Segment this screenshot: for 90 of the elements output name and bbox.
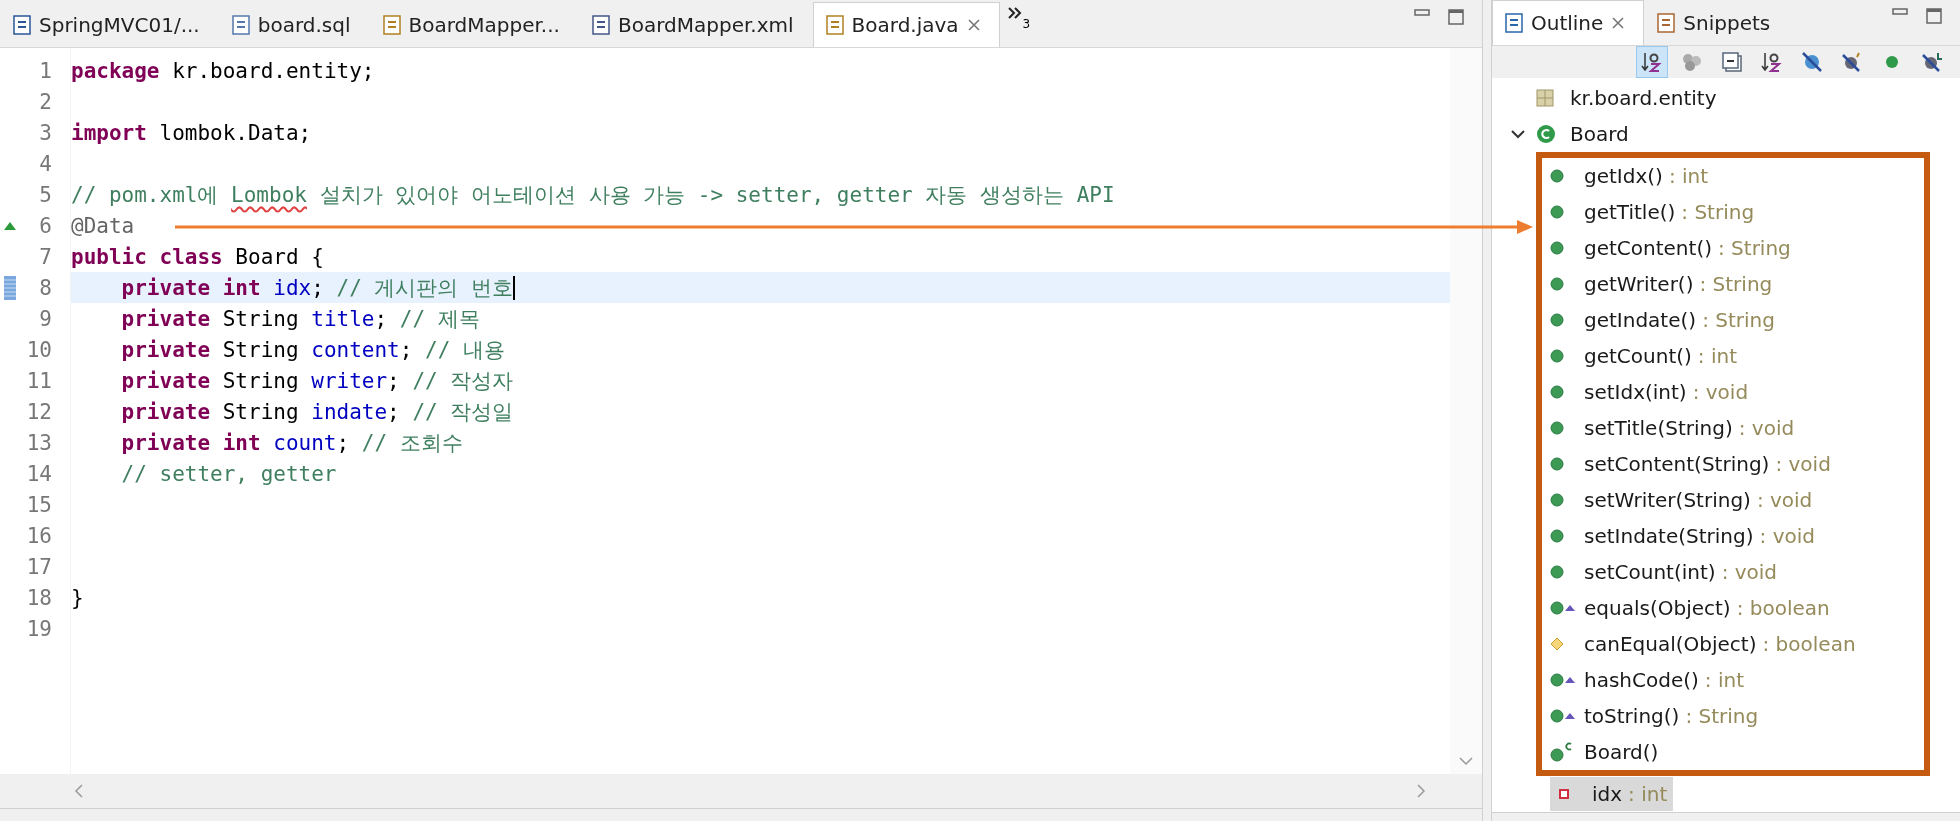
code-line: // pom.xml에 Lombok 설치가 있어야 어노테이션 사용 가능 -> setter, getter 자동 생성하는 API: [71, 181, 1115, 209]
scroll-down-icon[interactable]: [1459, 756, 1473, 766]
line-number: 5: [38, 182, 52, 207]
line-number: 9: [38, 306, 52, 331]
chevron-icon: [1007, 7, 1022, 19]
code-line: private String title; // 제목: [120, 305, 480, 333]
outline-tree-item[interactable]: idx : int: [1550, 777, 1674, 811]
view-tab[interactable]: Snippets: [1644, 0, 1790, 45]
code-line: private String writer; // 작성자: [120, 367, 514, 395]
outline-tree-item[interactable]: toString() : String: [1542, 699, 1765, 733]
line-number: 17: [25, 554, 52, 579]
minimize-icon[interactable]: [1414, 8, 1430, 17]
line-number: 3: [38, 120, 52, 145]
outline-tree-item[interactable]: setTitle(String) : void: [1542, 411, 1801, 445]
public-method-icon: [1550, 601, 1564, 615]
chevron-down-icon[interactable]: [1510, 128, 1526, 140]
java-file-icon: [825, 15, 844, 35]
outline-tree-item[interactable]: equals(Object) : boolean: [1542, 591, 1836, 625]
close-icon[interactable]: [1611, 16, 1626, 30]
package-icon: [1536, 89, 1554, 107]
outline-tree-item[interactable]: Board(): [1542, 735, 1665, 769]
class-icon: [1536, 124, 1556, 144]
minimize-icon[interactable]: [1892, 7, 1908, 16]
sort-icon: [1641, 51, 1663, 73]
outline-tree-item[interactable]: kr.board.entity: [1536, 81, 1723, 115]
line-number: 1: [38, 58, 52, 83]
code-line: package kr.board.entity;: [71, 58, 375, 83]
outline-tree-item[interactable]: getCount() : int: [1542, 339, 1743, 373]
line-number: 14: [25, 461, 52, 486]
line-number: 10: [25, 337, 52, 362]
outline-tree-item[interactable]: setCount(int) : void: [1542, 555, 1784, 589]
toolbar-button[interactable]: [1636, 46, 1668, 78]
code-line: private String indate; // 작성일: [120, 398, 514, 426]
circles-icon: [1681, 51, 1703, 73]
outline-tree-item[interactable]: getWriter() : String: [1542, 267, 1779, 301]
editor-tab[interactable]: board.sql: [218, 2, 370, 47]
outline-tree-item[interactable]: getContent() : String: [1542, 231, 1797, 265]
code-line: private int idx; // 게시판의 번호: [120, 274, 514, 302]
public-method-icon: [1550, 673, 1564, 687]
sort-icon: [1761, 51, 1783, 73]
line-number: 8: [38, 275, 52, 300]
outline-tree-item[interactable]: setWriter(String) : void: [1542, 483, 1819, 517]
line-number: 6: [38, 213, 52, 238]
outline-file-icon: [1505, 13, 1523, 33]
code-line: // setter, getter: [120, 461, 337, 486]
line-number: 11: [25, 368, 52, 393]
outline-tree-item[interactable]: setIndate(String) : void: [1542, 519, 1821, 553]
line-number: 12: [25, 399, 52, 424]
editor-tab[interactable]: BoardMapper.xml: [578, 2, 813, 47]
outline-tree-item[interactable]: getIndate() : String: [1542, 303, 1781, 337]
outline-tree-item[interactable]: setContent(String) : void: [1542, 447, 1837, 481]
line-number: 18: [25, 585, 52, 610]
maximize-icon[interactable]: [1448, 8, 1464, 25]
line-number: 4: [38, 151, 52, 176]
code-line: import lombok.Data;: [71, 120, 312, 145]
xml-file-icon: [591, 15, 610, 35]
outline-tree-item[interactable]: canEqual(Object) : boolean: [1542, 627, 1862, 661]
java-file-icon: [382, 15, 401, 35]
line-number: 16: [25, 523, 52, 548]
text-cursor: [513, 275, 516, 300]
maximize-icon[interactable]: [1926, 7, 1942, 24]
hide-static-icon: [1841, 51, 1863, 73]
code-line: private int count; // 조회수: [120, 429, 463, 457]
line-number: 2: [38, 89, 52, 114]
maven-file-icon: [13, 15, 31, 35]
line-number: 13: [25, 430, 52, 455]
collapse-all-icon: [1721, 51, 1743, 73]
line-number: 7: [38, 244, 52, 269]
line-number: 19: [25, 616, 52, 641]
snippets-file-icon: [1657, 13, 1676, 33]
hide-fields-icon: [1801, 51, 1823, 73]
code-line: }: [71, 585, 84, 610]
close-icon[interactable]: [966, 18, 981, 32]
outline-tree-item[interactable]: hashCode() : int: [1542, 663, 1750, 697]
editor-tab[interactable]: Board.java: [812, 2, 1000, 47]
line-number: 15: [25, 492, 52, 517]
view-tab[interactable]: Outline: [1492, 0, 1645, 45]
public-method-icon: [1550, 709, 1564, 723]
editor-tab[interactable]: SpringMVC01/...: [0, 2, 219, 47]
code-line: @Data: [71, 213, 135, 238]
hide-local-icon: [1921, 51, 1943, 73]
outline-tree-item[interactable]: setIdx(int) : void: [1542, 375, 1755, 409]
sql-file-icon: [231, 15, 250, 35]
editor-tab[interactable]: BoardMapper...: [369, 2, 579, 47]
outline-tree-item[interactable]: getTitle() : String: [1542, 195, 1761, 229]
more-tabs-button[interactable]: 3: [999, 3, 1039, 47]
outline-tree-item[interactable]: getIdx() : int: [1542, 159, 1715, 193]
code-line: public class Board {: [71, 244, 324, 269]
code-line: private String content; // 내용: [120, 336, 505, 364]
outline-tree-item[interactable]: Board: [1536, 117, 1635, 151]
